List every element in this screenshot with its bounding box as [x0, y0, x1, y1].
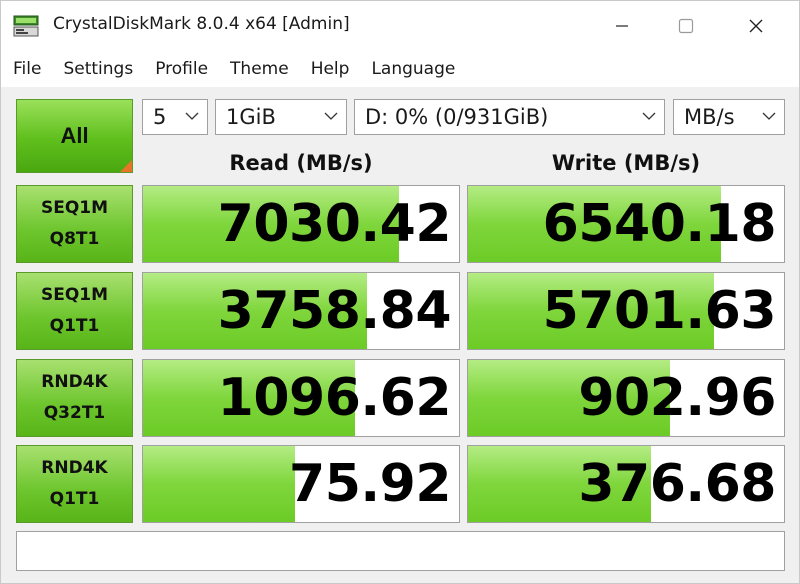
menu-theme[interactable]: Theme: [219, 59, 300, 79]
chevron-down-icon: [185, 112, 199, 120]
write-result-value: 376.68: [578, 454, 776, 514]
test-label-line2: Q32T1: [43, 403, 106, 423]
read-result-value: 75.92: [289, 454, 451, 514]
comment-field[interactable]: [16, 531, 785, 571]
test-label-line2: Q1T1: [49, 316, 100, 336]
minimize-icon: [616, 25, 628, 27]
menu-profile[interactable]: Profile: [144, 59, 219, 79]
write-result-value: 5701.63: [542, 281, 777, 341]
read-column-header: Read (MB/s): [229, 151, 373, 175]
maximize-icon: [678, 18, 694, 34]
close-icon: [749, 19, 763, 33]
write-result-cell: 902.96: [467, 359, 785, 437]
unit-value: MB/s: [684, 105, 735, 129]
drive-value: D: 0% (0/931GiB): [365, 105, 549, 129]
menu-help[interactable]: Help: [300, 59, 361, 79]
read-result-bar: [143, 446, 295, 522]
write-result-cell: 5701.63: [467, 272, 785, 350]
crystaldiskmark-icon: [13, 15, 39, 37]
chevron-down-icon: [762, 112, 776, 120]
chevron-down-icon: [324, 112, 338, 120]
run-all-label: All: [60, 123, 89, 148]
minimize-button[interactable]: [587, 1, 657, 51]
unit-select[interactable]: MB/s: [673, 99, 785, 135]
test-label-line1: SEQ1M: [40, 198, 109, 218]
test-count-value: 5: [153, 105, 167, 129]
window-title: CrystalDiskMark 8.0.4 x64 [Admin]: [53, 14, 350, 34]
read-result-value: 7030.42: [217, 194, 452, 254]
menu-bar: File Settings Profile Theme Help Languag…: [1, 51, 799, 87]
menu-settings[interactable]: Settings: [52, 59, 144, 79]
test-label-line2: Q8T1: [49, 229, 100, 249]
main-panel: All 5 1GiB D: 0% (0/931GiB) MB/s Read (M…: [1, 87, 799, 583]
title-bar[interactable]: CrystalDiskMark 8.0.4 x64 [Admin]: [1, 1, 799, 51]
write-result-cell: 376.68: [467, 445, 785, 523]
read-result-value: 3758.84: [217, 281, 452, 341]
chevron-down-icon: [642, 112, 656, 120]
test-rnd4k-q32t1-button[interactable]: RND4K Q32T1: [16, 359, 133, 437]
read-result-cell: 3758.84: [142, 272, 460, 350]
read-result-cell: 7030.42: [142, 185, 460, 263]
write-result-cell: 6540.18: [467, 185, 785, 263]
drive-select[interactable]: D: 0% (0/931GiB): [354, 99, 665, 135]
menu-file[interactable]: File: [1, 59, 52, 79]
menu-language[interactable]: Language: [360, 59, 466, 79]
maximize-button[interactable]: [651, 1, 721, 51]
test-size-select[interactable]: 1GiB: [215, 99, 347, 135]
test-count-select[interactable]: 5: [142, 99, 208, 135]
read-result-cell: 1096.62: [142, 359, 460, 437]
test-label-line1: SEQ1M: [40, 285, 109, 305]
test-seq1m-q1t1-button[interactable]: SEQ1M Q1T1: [16, 272, 133, 350]
write-result-value: 6540.18: [542, 194, 777, 254]
test-label-line1: RND4K: [41, 372, 108, 392]
write-column-header: Write (MB/s): [551, 151, 701, 175]
read-result-cell: 75.92: [142, 445, 460, 523]
close-button[interactable]: [721, 1, 791, 51]
test-size-value: 1GiB: [226, 105, 276, 129]
test-label-line1: RND4K: [41, 458, 108, 478]
write-result-value: 902.96: [578, 368, 776, 428]
test-rnd4k-q1t1-button[interactable]: RND4K Q1T1: [16, 445, 133, 523]
test-label-line2: Q1T1: [49, 489, 100, 509]
app-window: CrystalDiskMark 8.0.4 x64 [Admin] File S…: [0, 0, 800, 584]
read-result-value: 1096.62: [217, 368, 452, 428]
run-all-button[interactable]: All: [16, 99, 133, 173]
test-seq1m-q8t1-button[interactable]: SEQ1M Q8T1: [16, 185, 133, 263]
corner-marker: [120, 160, 132, 172]
